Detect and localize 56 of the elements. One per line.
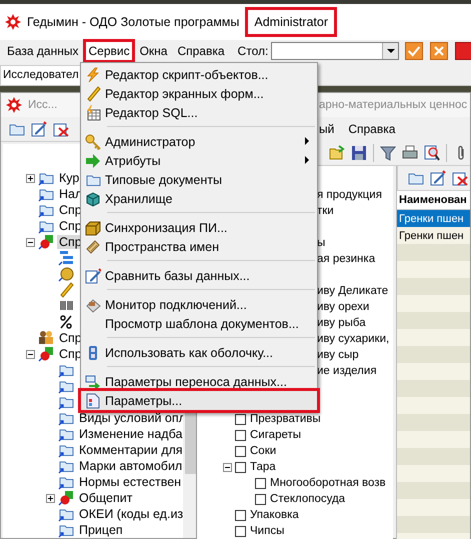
menu-item[interactable]: Параметры переноса данных... bbox=[81, 372, 317, 391]
menu-item[interactable]: Администратор bbox=[81, 132, 317, 151]
table-row[interactable]: Гренки пшен bbox=[397, 210, 470, 227]
menu-item[interactable]: Окна bbox=[134, 39, 172, 63]
menu-item[interactable]: Сравнить базы данных... bbox=[81, 266, 317, 285]
tree-item[interactable]: Тара bbox=[249, 461, 277, 473]
menu-item[interactable]: Синхронизация ПИ... bbox=[81, 218, 317, 237]
tree-item[interactable]: Соки bbox=[249, 445, 278, 457]
menu-item[interactable]: Редактор экранных форм... bbox=[81, 84, 317, 103]
tree-item[interactable]: Чипсы bbox=[249, 525, 286, 537]
table-cell-text: Гренки пшен bbox=[398, 212, 464, 224]
tree-item[interactable]: Презрвативы bbox=[249, 413, 322, 425]
tree-item[interactable]: ая резинка bbox=[316, 253, 376, 265]
tree-item[interactable]: иву орехи bbox=[316, 301, 370, 313]
menu-item[interactable]: Просмотр шаблона документов... bbox=[81, 314, 317, 333]
tree-item[interactable]: Прицеп bbox=[77, 523, 125, 537]
tree-item[interactable]: ОКЕИ (коды ед.из bbox=[77, 507, 186, 521]
tree-item[interactable]: Комментарии для bbox=[77, 443, 185, 457]
tree-item[interactable]: Стеклопосуда bbox=[269, 493, 346, 505]
menu-item[interactable]: База данных bbox=[2, 39, 84, 63]
tree-item[interactable]: ы bbox=[316, 237, 326, 249]
tab[interactable]: Исследовател bbox=[0, 65, 82, 85]
tree-item[interactable]: Многооборотная возв bbox=[269, 477, 387, 489]
menu-item[interactable]: Монитор подключений... bbox=[81, 295, 317, 314]
tree-item[interactable]: Нормы естествен bbox=[77, 475, 184, 489]
menu-item[interactable]: ый bbox=[319, 122, 334, 136]
tree-item[interactable]: Кур bbox=[57, 171, 82, 185]
tree-item[interactable]: Марки автомобил bbox=[77, 459, 184, 473]
tree-item[interactable]: иву сухарики, bbox=[316, 333, 390, 345]
menu-item[interactable]: Использовать как оболочку... bbox=[81, 343, 317, 362]
tree-item[interactable]: Упаковка bbox=[249, 509, 300, 521]
user-name: Administrator bbox=[245, 7, 338, 37]
menu-item[interactable]: Сервис bbox=[83, 39, 135, 63]
tree-item[interactable]: Сигареты bbox=[249, 429, 302, 441]
tree-item[interactable]: Изменение надба bbox=[77, 427, 184, 441]
menu-item[interactable]: Справка bbox=[172, 39, 230, 63]
tree-item[interactable]: иву сыр bbox=[316, 349, 360, 361]
table-row[interactable]: Гренки пшен bbox=[397, 227, 470, 244]
window-title: арно-материальных ценнос bbox=[319, 99, 468, 111]
table-cell-text: Гренки пшен bbox=[398, 230, 464, 242]
menu-item[interactable]: Хранилище bbox=[81, 189, 317, 208]
menu-item[interactable]: Атрибуты bbox=[81, 151, 317, 170]
menu-item[interactable]: Типовые документы bbox=[81, 170, 317, 189]
window-title: Гедымин - ОДО Золотые программы bbox=[27, 15, 240, 29]
menu-item[interactable]: Редактор SQL... bbox=[81, 103, 317, 122]
tree-item[interactable]: тки bbox=[316, 205, 335, 217]
menu-item[interactable]: Пространства имен bbox=[81, 237, 317, 256]
window-title: Исс... bbox=[28, 99, 58, 111]
menu-item[interactable]: Параметры... bbox=[81, 391, 317, 410]
tree-item[interactable]: ие изделия bbox=[316, 365, 378, 377]
tree-item[interactable]: иву рыба bbox=[316, 317, 367, 329]
table-label: Стол: bbox=[238, 44, 268, 58]
menu-item[interactable]: Справка bbox=[348, 122, 396, 136]
tree-item[interactable]: Общепит bbox=[77, 491, 134, 505]
menu-item[interactable]: Редактор скрипт-объектов... bbox=[81, 65, 317, 84]
tree-item[interactable]: иву Деликате bbox=[316, 285, 390, 297]
